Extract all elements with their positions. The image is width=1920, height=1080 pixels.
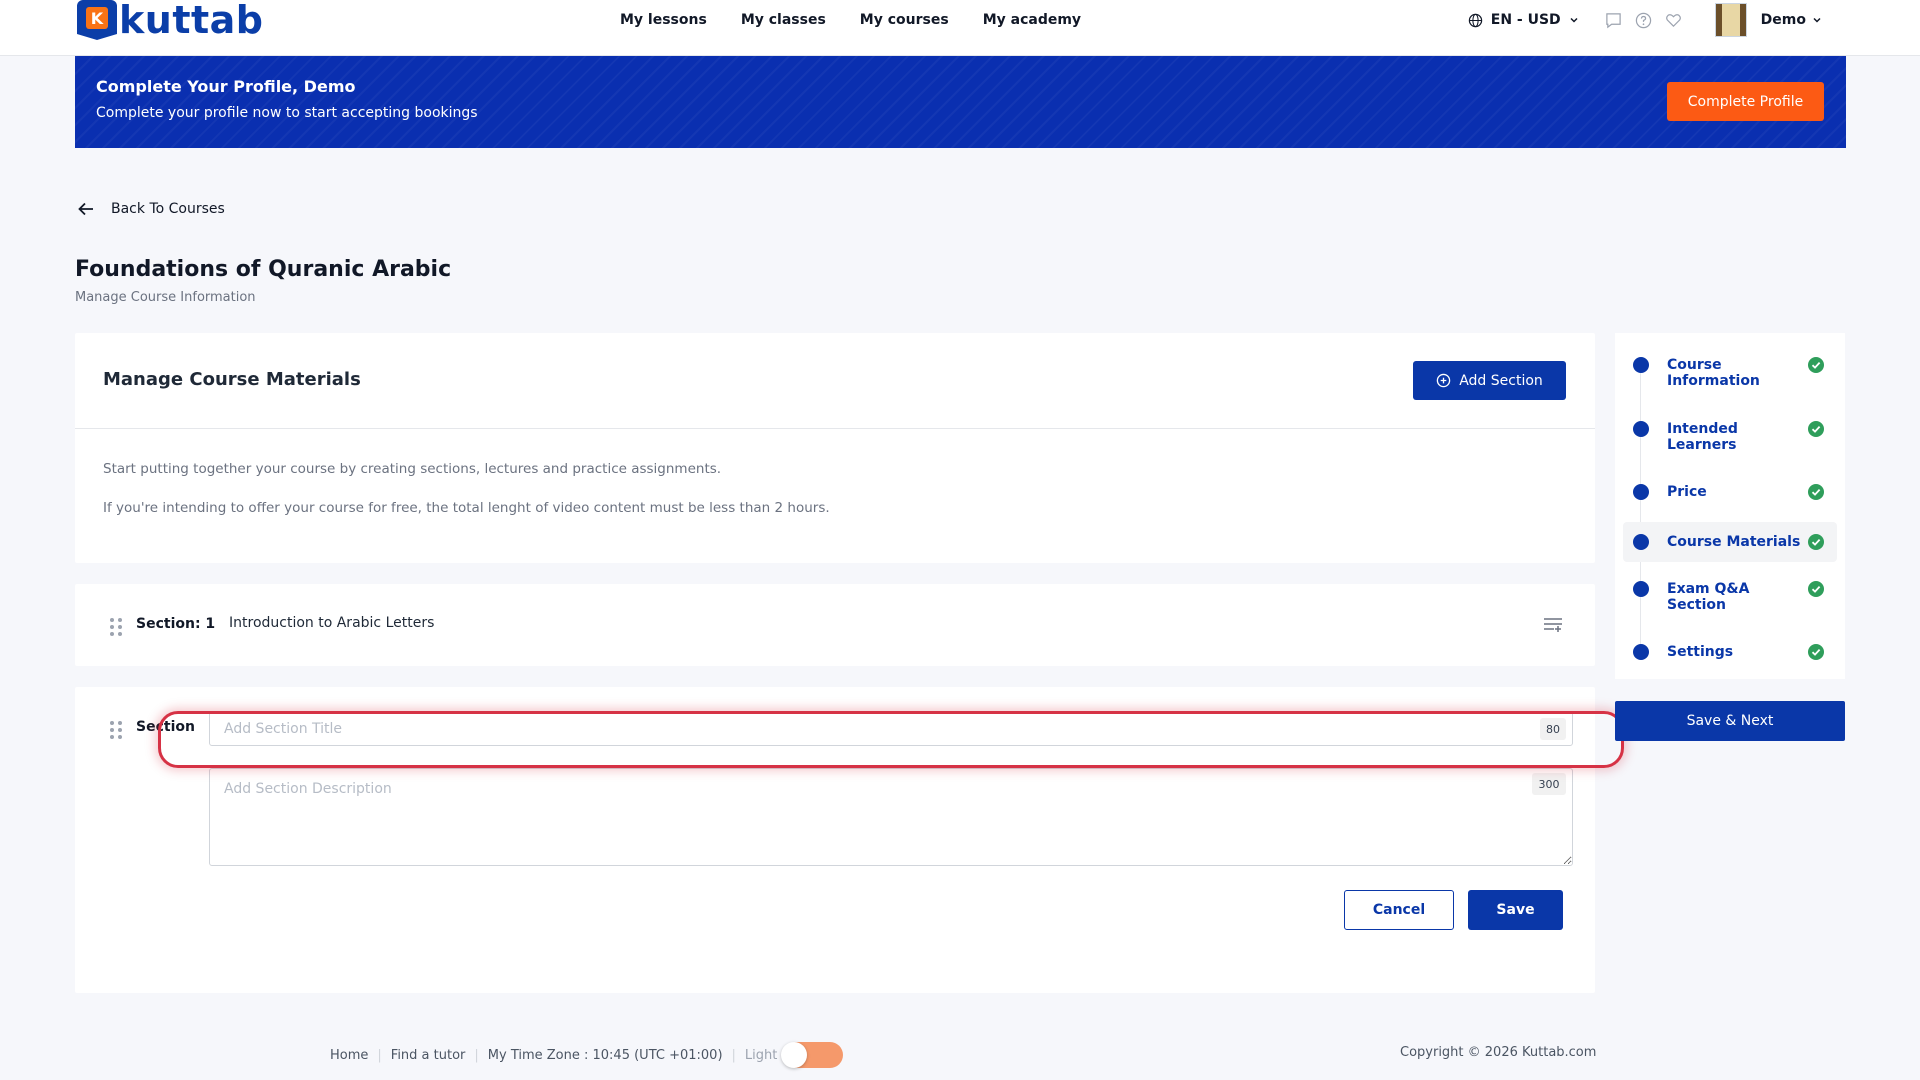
step-dot [1633,534,1649,550]
top-header: K kuttab My lessons My classes My course… [0,0,1920,56]
logo-letter: K [86,7,108,29]
help-button[interactable] [1635,11,1653,29]
theme-label: Light [744,1047,778,1063]
footer-link-find-tutor[interactable]: Find a tutor [391,1048,466,1063]
description-char-counter: 300 [1532,773,1566,795]
section-title: Introduction to Arabic Letters [229,615,435,631]
new-section-form: Section 80 300 Cancel Save [75,687,1595,993]
step-dot [1633,421,1649,437]
theme-toggle-knob [781,1042,808,1068]
step-course-materials[interactable]: Course Materials [1623,522,1837,562]
nav-my-courses[interactable]: My courses [860,12,949,28]
footer-separator: | [731,1047,736,1063]
add-section-button[interactable]: Add Section [1413,361,1566,400]
check-circle-icon [1808,421,1824,437]
page-subtitle: Manage Course Information [75,290,256,305]
user-menu[interactable]: Demo [1761,12,1822,28]
footer-timezone[interactable]: My Time Zone : 10:45 (UTC +01:00) [488,1048,723,1063]
copyright-text: Copyright © 2026 Kuttab.com [1400,1045,1597,1060]
footer-separator: | [377,1047,382,1063]
materials-info-text: If you're intending to offer your course… [103,500,830,516]
arrow-left-icon [78,202,93,216]
chevron-down-icon [1570,17,1578,23]
chevron-down-icon [1813,17,1821,23]
step-label: Course Materials [1667,534,1801,550]
check-circle-icon [1808,581,1824,597]
add-section-label: Add Section [1459,372,1543,389]
chat-icon [1606,12,1621,28]
step-settings[interactable]: Settings [1623,644,1837,660]
nav-my-academy[interactable]: My academy [983,12,1081,28]
course-materials-header: Manage Course Materials Add Section [75,333,1595,429]
step-label: Intended Learners [1667,421,1738,453]
main-nav: My lessons My classes My courses My acad… [620,0,1081,40]
nav-my-classes[interactable]: My classes [741,12,826,28]
back-to-courses-label: Back To Courses [111,201,225,217]
nav-my-lessons[interactable]: My lessons [620,12,707,28]
step-dot [1633,644,1649,660]
back-to-courses-link[interactable]: Back To Courses [77,198,225,220]
check-circle-icon [1808,534,1824,550]
plus-circle-icon [1436,373,1451,388]
banner-title: Complete Your Profile, Demo [96,77,356,96]
footer-separator: | [474,1047,479,1063]
help-icon [1635,12,1652,28]
section-row: Section: 1 Introduction to Arabic Letter… [75,584,1595,666]
avatar[interactable] [1714,3,1747,37]
complete-profile-button[interactable]: Complete Profile [1667,82,1824,121]
course-materials-title: Manage Course Materials [103,369,361,390]
save-button[interactable]: Save [1468,890,1563,930]
user-name-label: Demo [1760,12,1806,28]
favorites-button[interactable] [1665,11,1683,29]
complete-profile-banner: Complete Your Profile, Demo Complete you… [75,56,1846,148]
drag-handle-icon[interactable] [110,618,122,636]
cancel-button[interactable]: Cancel [1344,890,1454,930]
section-label: Section [136,719,195,735]
logo[interactable]: K kuttab [77,0,264,40]
step-label: Price [1667,484,1707,500]
step-intended-learners[interactable]: Intended Learners [1623,421,1837,453]
footer-links: Home | Find a tutor | My Time Zone : 10:… [330,1040,844,1070]
check-circle-icon [1808,644,1824,660]
check-circle-icon [1808,484,1824,500]
drag-handle-icon[interactable] [110,721,122,739]
title-char-counter: 80 [1540,718,1566,740]
section-description-input[interactable] [209,768,1573,866]
logo-text: kuttab [119,0,264,42]
step-price[interactable]: Price [1623,484,1837,500]
step-label: Course Information [1667,357,1760,389]
messages-button[interactable] [1605,11,1623,29]
step-label: Exam Q&A Section [1667,581,1750,613]
heart-icon [1666,13,1682,27]
step-dot [1633,484,1649,500]
section-number-label: Section: 1 [136,616,216,632]
page-title: Foundations of Quranic Arabic [75,257,452,282]
language-currency-select[interactable]: EN - USD [1468,12,1579,28]
materials-info-text: Start putting together your course by cr… [103,461,722,477]
step-dot [1633,357,1649,373]
footer-link-home[interactable]: Home [330,1048,368,1063]
globe-icon [1468,13,1482,27]
language-currency-label: EN - USD [1490,12,1561,28]
section-title-input[interactable] [209,711,1573,746]
course-steps-panel: Course Information Intended Learners Pri… [1615,333,1845,679]
logo-badge: K [77,0,117,40]
save-and-next-button[interactable]: Save & Next [1615,701,1845,741]
header-actions: EN - USD Demo [1468,0,1822,40]
course-materials-card: Manage Course Materials Add Section Star… [75,333,1595,563]
section-menu-icon[interactable] [1542,616,1564,634]
step-exam-qa-section[interactable]: Exam Q&A Section [1623,581,1837,613]
banner-subtitle: Complete your profile now to start accep… [96,105,478,121]
step-label: Settings [1667,644,1734,660]
step-dot [1633,581,1649,597]
theme-toggle[interactable] [781,1042,844,1068]
step-course-information[interactable]: Course Information [1623,357,1837,389]
check-circle-icon [1808,357,1824,373]
